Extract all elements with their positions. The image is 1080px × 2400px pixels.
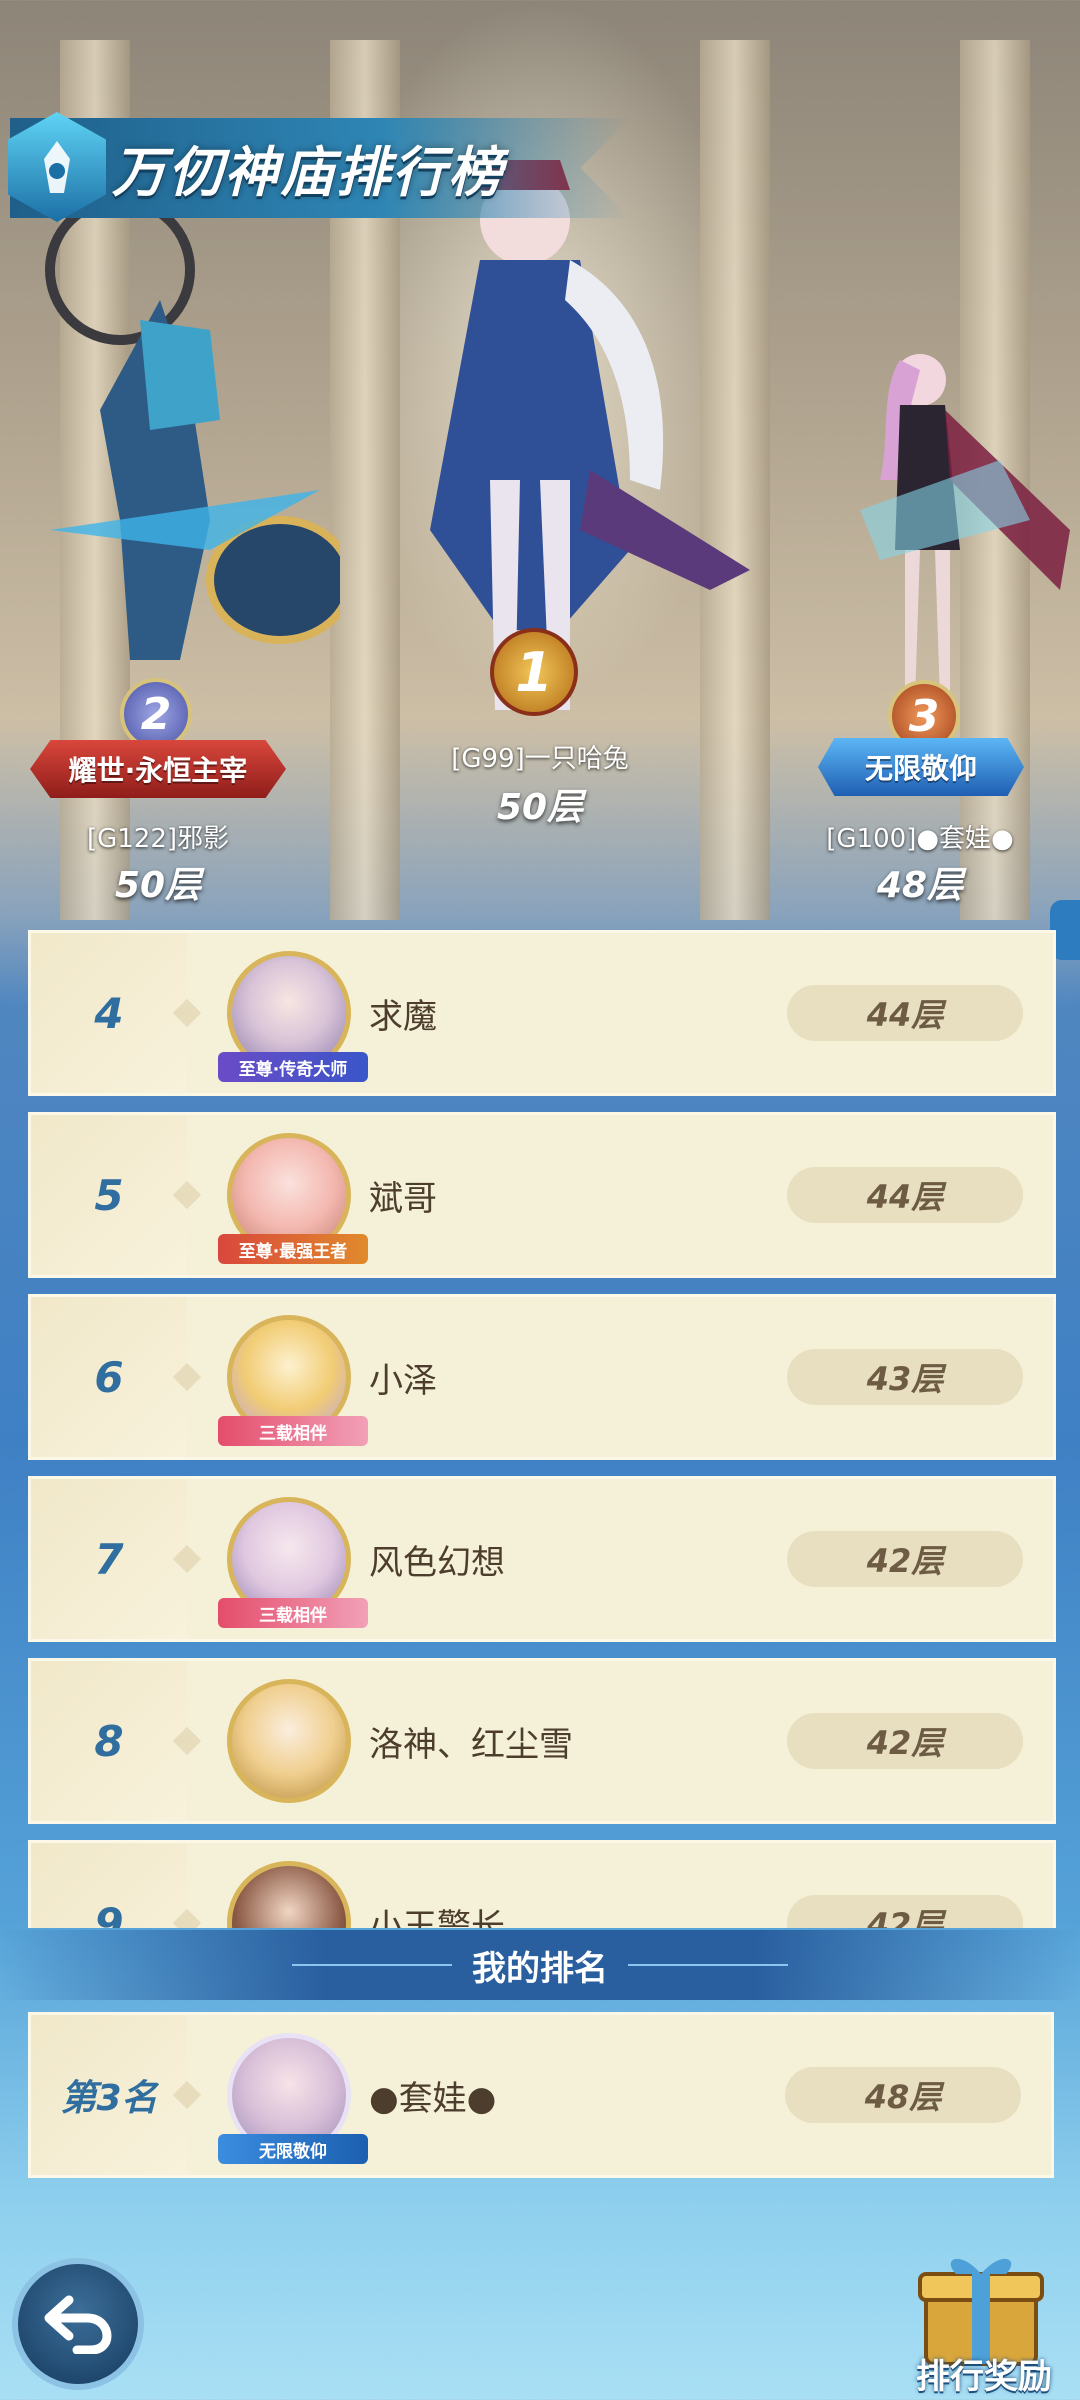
my-rank-title: 我的排名 <box>472 1948 608 1989</box>
my-rank-position: 第3名 <box>60 2078 158 2119</box>
player-name: 小玉警长 <box>369 1906 505 1929</box>
rank-cell: 8 <box>31 1661 202 1821</box>
rank-1-name[interactable]: [G99]一只哈兔 <box>390 738 690 775</box>
rank-1-floor: 50层 <box>496 787 584 828</box>
ranking-list[interactable]: 4 至尊·传奇大师 求魔 44层 5 至尊·最强王者 斌哥 44层 6 三载相伴… <box>28 930 1056 1928</box>
floor-score: 44层 <box>787 1167 1023 1223</box>
rank-cell: 第3名 <box>31 2015 202 2175</box>
floor-score: 42层 <box>787 1713 1023 1769</box>
rank-3-title: 无限敬仰 <box>864 752 977 785</box>
ranking-row[interactable]: 5 至尊·最强王者 斌哥 44层 <box>28 1112 1056 1278</box>
rank-3-title-plate: 无限敬仰 <box>818 738 1024 796</box>
avatar[interactable] <box>227 1861 351 1928</box>
rank-3-floor: 48层 <box>876 865 964 906</box>
rank-number: 8 <box>94 1716 124 1766</box>
avatar-badge: 三载相伴 <box>218 1598 368 1628</box>
floor-score: 43层 <box>787 1349 1023 1405</box>
rank-number: 6 <box>94 1352 124 1402</box>
rank-cell: 6 <box>31 1297 202 1457</box>
divider <box>292 1964 452 1966</box>
rank-2-floor: 50层 <box>114 865 202 906</box>
floor-score: 42层 <box>787 1895 1023 1928</box>
ranking-reward-label: 排行奖励 <box>916 2357 1052 2397</box>
rank-number: 5 <box>94 1170 124 1220</box>
page-title: 万仞神庙排行榜 <box>112 141 504 204</box>
avatar[interactable]: 无限敬仰 <box>218 2033 368 2164</box>
my-rank-row[interactable]: 第3名 无限敬仰 ●套娃● 48层 <box>28 2012 1054 2178</box>
divider <box>628 1964 788 1966</box>
avatar[interactable]: 三载相伴 <box>218 1497 368 1628</box>
rank-2-title: 耀世·永恒主宰 <box>68 754 248 787</box>
rank-number: 9 <box>94 1898 124 1929</box>
rank-2-medal-number: 2 <box>120 678 192 750</box>
player-name: 小泽 <box>369 1360 437 1401</box>
rank-1-medal: 1 <box>490 628 578 716</box>
rank-2-title-plate: 耀世·永恒主宰 <box>30 740 286 798</box>
player-name: 洛神、红尘雪 <box>369 1724 573 1765</box>
avatar[interactable]: 至尊·传奇大师 <box>218 951 368 1082</box>
avatar-badge: 至尊·传奇大师 <box>218 1052 368 1082</box>
ranking-row[interactable]: 6 三载相伴 小泽 43层 <box>28 1294 1056 1460</box>
rank-3-name[interactable]: [G100]●套娃● <box>790 818 1050 855</box>
ranking-reward-button[interactable]: 排行奖励 <box>894 2248 1074 2398</box>
back-button[interactable] <box>12 2258 144 2390</box>
avatar[interactable]: 至尊·最强王者 <box>218 1133 368 1264</box>
rank-number: 4 <box>94 988 124 1038</box>
avatar-badge: 三载相伴 <box>218 1416 368 1446</box>
floor-score: 42层 <box>787 1531 1023 1587</box>
hero-figure-2 <box>45 195 340 660</box>
rank-cell: 5 <box>31 1115 202 1275</box>
rank-number: 7 <box>94 1534 124 1584</box>
avatar-badge: 至尊·最强王者 <box>218 1234 368 1264</box>
player-name: 求魔 <box>369 996 437 1037</box>
ranking-row[interactable]: 8 洛神、红尘雪 42层 <box>28 1658 1056 1824</box>
avatar[interactable] <box>227 1679 351 1803</box>
rank-1-medal-number: 1 <box>490 628 578 716</box>
rank-cell: 9 <box>31 1843 202 1929</box>
player-name: 斌哥 <box>369 1178 437 1219</box>
floor-score: 44层 <box>787 985 1023 1041</box>
rank-2-medal: 2 <box>120 678 192 750</box>
ranking-row[interactable]: 9 小玉警长 42层 <box>28 1840 1056 1928</box>
floor-score: 48层 <box>785 2067 1021 2123</box>
podium-scene: 万仞神庙排行榜 2 耀世·永恒主宰 [G122]邪影 50层 1 [G99]一只… <box>0 0 1080 930</box>
rank-cell: 7 <box>31 1479 202 1639</box>
my-rank-card[interactable]: 第3名 无限敬仰 ●套娃● 48层 <box>28 2012 1054 2178</box>
avatar[interactable]: 三载相伴 <box>218 1315 368 1446</box>
ranking-row[interactable]: 4 至尊·传奇大师 求魔 44层 <box>28 930 1056 1096</box>
rank-2-name[interactable]: [G122]邪影 <box>30 818 286 855</box>
my-rank-header: 我的排名 <box>0 1930 1080 2000</box>
player-name: 风色幻想 <box>369 1542 505 1583</box>
back-arrow-icon <box>44 2295 112 2354</box>
ranking-row[interactable]: 7 三载相伴 风色幻想 42层 <box>28 1476 1056 1642</box>
player-name: ●套娃● <box>369 2078 497 2119</box>
avatar-badge: 无限敬仰 <box>218 2134 368 2164</box>
rank-cell: 4 <box>31 933 202 1093</box>
hero-figure-3 <box>860 354 1070 700</box>
